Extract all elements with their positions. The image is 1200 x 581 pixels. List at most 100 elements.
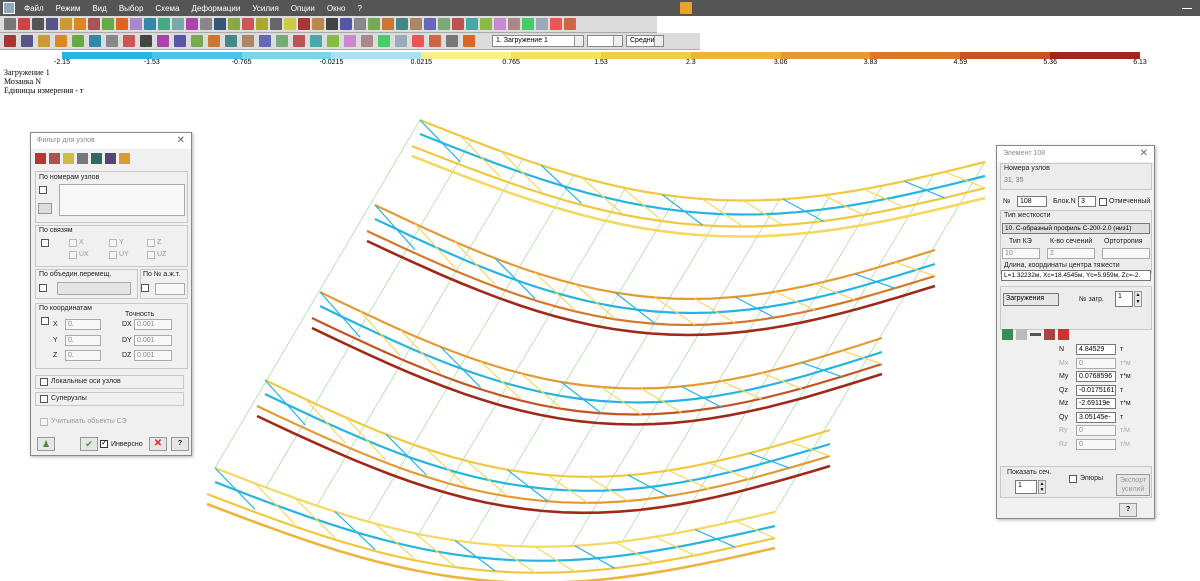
dy-label: DY <box>122 337 132 344</box>
node-numbers-input[interactable] <box>59 184 185 216</box>
truss-diagonal <box>774 291 816 311</box>
tab-color-icon[interactable] <box>119 153 130 164</box>
unified-select[interactable] <box>57 282 131 295</box>
tab-forces-icon[interactable] <box>1002 329 1013 340</box>
export-forces-button[interactable]: Экспорт усилий <box>1116 474 1150 496</box>
tab-supports-icon[interactable] <box>1058 329 1069 340</box>
force-unit: т/м <box>1120 440 1130 448</box>
filter-tabs <box>35 153 185 167</box>
truss-diagonal <box>254 482 296 525</box>
tab-axes-icon[interactable] <box>77 153 88 164</box>
loads-select[interactable]: Загружения <box>1003 293 1059 306</box>
stiffness-label: Тип жесткости <box>1004 212 1051 219</box>
truss-diagonal <box>694 529 736 548</box>
by-unified-checkbox[interactable] <box>39 284 47 292</box>
element-title-text: Элемент 108 <box>1003 150 1046 157</box>
force-unit: т <box>1120 413 1124 421</box>
dy-input[interactable]: 0.001 <box>134 335 172 346</box>
force-unit: т <box>1120 386 1124 394</box>
inverse-checkbox[interactable]: ✓ <box>100 438 108 448</box>
marked-label: Отмеченный <box>1109 198 1151 205</box>
supernodes-label: Суперузлы <box>51 395 87 402</box>
force-value: 0 <box>1076 357 1116 369</box>
node-pick-button[interactable]: ♟ <box>37 437 55 451</box>
by-links-label: По связям <box>39 227 73 234</box>
by-coords-checkbox[interactable] <box>41 317 49 325</box>
cancel-button[interactable]: ✕ <box>149 437 167 451</box>
element-info-dialog: Элемент 108 ✕ Номера узлов 31, 35 № 108 Б… <box>996 145 1155 519</box>
consider-fe-checkbox[interactable] <box>40 418 48 426</box>
tab-link-icon[interactable] <box>91 153 102 164</box>
apply-button[interactable]: ✔ <box>80 437 98 451</box>
by-numbers-checkbox[interactable] <box>39 186 47 194</box>
show-section-input[interactable]: 1 <box>1015 480 1037 494</box>
link-y-checkbox[interactable] <box>109 239 117 247</box>
link-ux-checkbox[interactable] <box>69 251 77 259</box>
force-value: -2.69119e <box>1076 398 1116 409</box>
force-unit: т*м <box>1120 373 1131 380</box>
help-button[interactable]: ? <box>1119 503 1137 517</box>
truss-chord <box>411 144 986 228</box>
show-section-spinner[interactable]: ▲ ▼ <box>1038 480 1046 494</box>
truss-diagonal <box>668 469 710 490</box>
diagrams-label: Эпюры <box>1080 475 1103 482</box>
close-icon[interactable]: ✕ <box>1140 148 1148 159</box>
diagrams-checkbox[interactable] <box>1069 475 1077 483</box>
load-number-spinner[interactable]: ▲ ▼ <box>1134 291 1142 307</box>
element-number-input[interactable]: 108 <box>1017 196 1047 207</box>
truss-chord <box>206 502 776 581</box>
tab-elements-icon[interactable] <box>49 153 60 164</box>
link-uz-checkbox[interactable] <box>147 251 155 259</box>
supernodes-checkbox[interactable] <box>40 395 48 403</box>
inverse-label: Инверсно <box>111 441 143 448</box>
node-filter-dialog: Фильтр для узлов ✕ По номерам узлов По св… <box>30 132 192 456</box>
link-z-checkbox[interactable] <box>147 239 155 247</box>
link-uy-checkbox[interactable] <box>109 251 117 259</box>
block-input[interactable]: 3 <box>1078 196 1096 207</box>
link-x-label: X <box>79 239 84 246</box>
by-akt-checkbox[interactable] <box>141 284 149 292</box>
force-name: My <box>1059 373 1069 380</box>
tab-beam-icon[interactable] <box>1030 333 1041 336</box>
stiffness-select[interactable]: 10. С-образный профиль С-200-2.0 (низ1) <box>1002 223 1150 234</box>
ortho-value <box>1102 248 1150 259</box>
tab-diagram-icon[interactable] <box>1044 329 1055 340</box>
force-value: 4.84529 <box>1076 344 1116 355</box>
tab-pencil-icon[interactable] <box>63 153 74 164</box>
coord-z-input[interactable]: 0. <box>65 350 101 361</box>
truss-chord <box>419 132 986 216</box>
element-title: Элемент 108 ✕ <box>997 146 1154 162</box>
link-x-checkbox[interactable] <box>69 239 77 247</box>
sections-value: 2 <box>1047 248 1095 259</box>
by-links-checkbox[interactable] <box>41 239 49 247</box>
check-mark-icon: ✓ <box>101 438 108 447</box>
truss-diagonal <box>440 346 481 388</box>
force-value: -0.0175161 <box>1076 384 1116 396</box>
marked-checkbox[interactable] <box>1099 198 1107 206</box>
akt-number-input[interactable] <box>155 283 185 295</box>
tab-grid-icon[interactable] <box>105 153 116 164</box>
close-icon[interactable]: ✕ <box>177 135 185 146</box>
pick-nodes-icon[interactable] <box>38 203 52 214</box>
tab-section-icon[interactable] <box>1016 329 1027 340</box>
tab-nodes-icon[interactable] <box>35 153 46 164</box>
truss-diagonal <box>708 462 750 480</box>
truss-diagonal <box>419 119 461 163</box>
check-icon: ✔ <box>85 439 93 449</box>
coord-y-input[interactable]: 0. <box>65 335 101 346</box>
dx-input[interactable]: 0.001 <box>134 319 172 330</box>
link-uy-label: UY <box>119 251 129 258</box>
dz-input[interactable]: 0.001 <box>134 350 172 361</box>
apply-scale-icon[interactable] <box>680 2 692 14</box>
help-button[interactable]: ? <box>171 437 189 451</box>
truss-diagonal <box>214 467 256 510</box>
local-axes-checkbox[interactable] <box>40 378 48 386</box>
truss-diagonal <box>734 520 776 539</box>
element-number-label: № <box>1003 198 1011 205</box>
load-number-input[interactable]: 1 <box>1115 291 1133 307</box>
coord-x-input[interactable]: 0. <box>65 319 101 330</box>
link-y-label: Y <box>119 239 124 246</box>
force-unit: т <box>1120 346 1124 353</box>
link-z-label: Z <box>157 239 162 246</box>
force-name: Qz <box>1059 386 1068 394</box>
